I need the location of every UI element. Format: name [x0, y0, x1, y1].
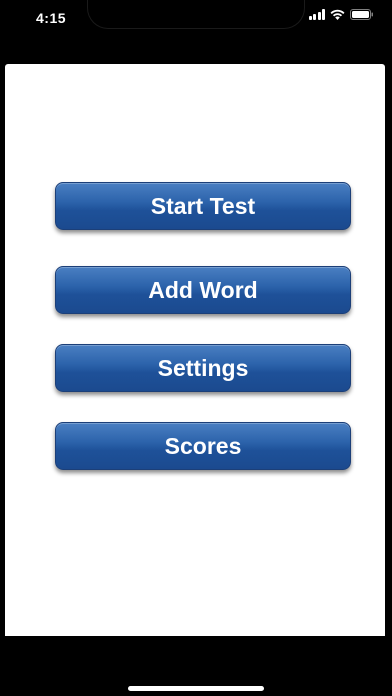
scores-button[interactable]: Scores: [55, 422, 351, 470]
phone-frame: 4:15 Start Test Add Word Settings Scores: [0, 0, 392, 696]
signal-icon: [308, 9, 325, 20]
status-icons: [308, 9, 375, 20]
add-word-button[interactable]: Add Word: [55, 266, 351, 314]
device-notch: [88, 0, 304, 28]
status-time: 4:15: [36, 10, 67, 26]
start-test-button[interactable]: Start Test: [55, 182, 351, 230]
settings-button[interactable]: Settings: [55, 344, 351, 392]
main-menu-screen: Start Test Add Word Settings Scores: [5, 64, 385, 636]
battery-icon: [350, 9, 374, 20]
home-indicator[interactable]: [128, 686, 264, 691]
wifi-icon: [330, 9, 345, 20]
